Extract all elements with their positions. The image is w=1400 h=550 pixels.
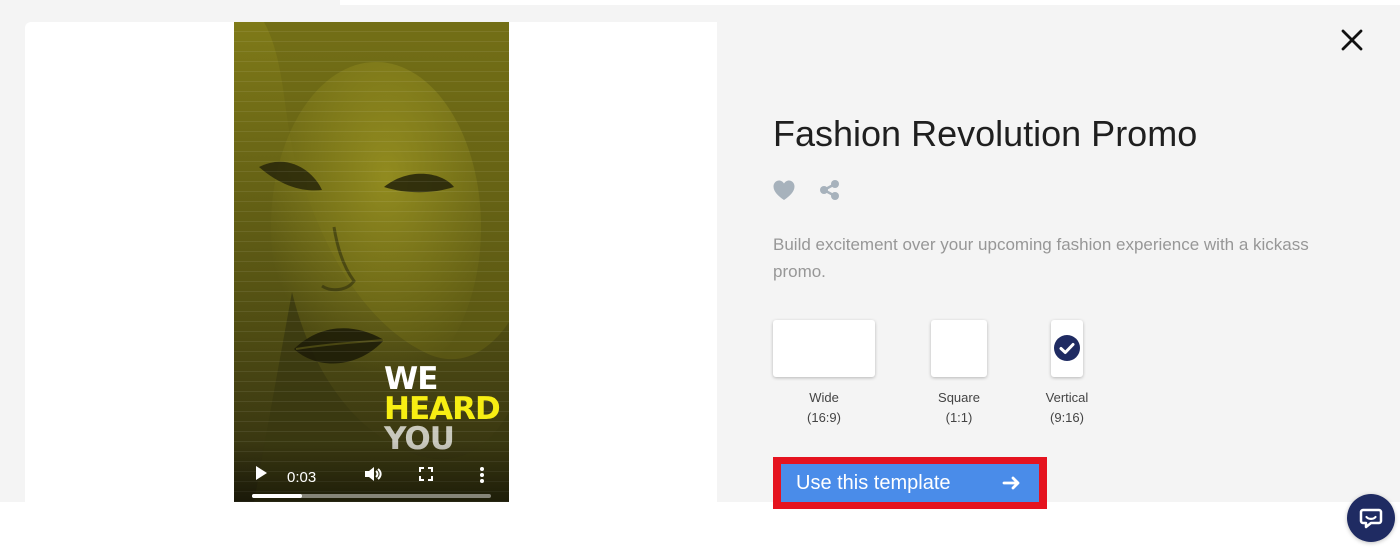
video-progress-fill	[252, 494, 303, 498]
video-frame-image	[234, 22, 509, 502]
template-video-player[interactable]: WE HEARD YOU 0:03	[234, 22, 509, 502]
template-description: Build excitement over your upcoming fash…	[773, 235, 1309, 281]
play-icon[interactable]	[252, 464, 270, 482]
volume-icon[interactable]	[363, 464, 383, 484]
template-title: Fashion Revolution Promo	[773, 113, 1198, 154]
format-ratio-vertical: (9:16)	[1050, 410, 1084, 425]
use-template-button[interactable]: Use this template	[781, 464, 1039, 502]
check-icon	[1054, 335, 1080, 361]
format-option-vertical[interactable]: Vertical (9:16)	[987, 320, 1147, 430]
video-time: 0:03	[287, 469, 317, 486]
top-strip	[340, 0, 1400, 5]
format-thumbnail-square[interactable]	[931, 320, 987, 377]
format-thumbnail-wide[interactable]	[773, 320, 875, 377]
use-template-highlight: Use this template	[773, 457, 1047, 509]
share-icon[interactable]	[818, 178, 842, 202]
use-template-label: Use this template	[796, 472, 951, 494]
arrow-right-icon	[1002, 476, 1020, 490]
format-thumbnail-vertical[interactable]	[1051, 320, 1083, 377]
chat-icon	[1359, 508, 1383, 529]
video-controls: 0:03	[234, 442, 509, 502]
close-icon[interactable]	[1339, 27, 1365, 53]
more-vertical-icon[interactable]	[478, 466, 486, 484]
video-progress-bar[interactable]	[252, 494, 491, 498]
format-name-vertical: Vertical	[1045, 390, 1089, 405]
chat-button[interactable]	[1347, 494, 1395, 542]
heart-icon[interactable]	[772, 179, 796, 201]
fullscreen-icon[interactable]	[419, 467, 433, 481]
